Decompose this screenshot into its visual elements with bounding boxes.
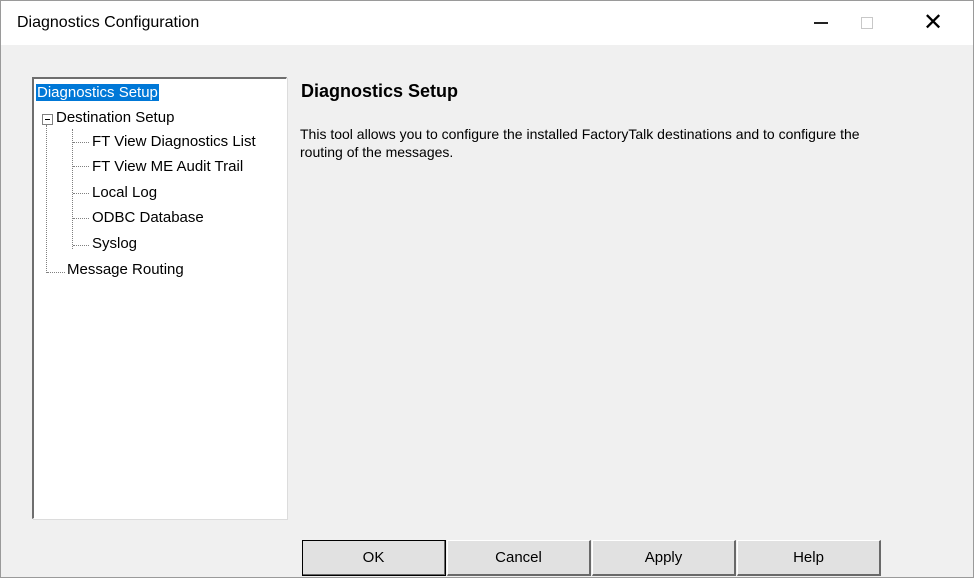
tree-connector <box>73 245 89 246</box>
tree-connector <box>73 218 89 219</box>
minimize-icon <box>814 22 828 24</box>
maximize-icon <box>861 17 873 29</box>
tree-connector <box>46 125 47 273</box>
tree-connector <box>73 166 89 167</box>
tree-item-label: ODBC Database <box>92 209 204 226</box>
apply-button[interactable]: Apply <box>592 540 736 576</box>
maximize-button <box>837 1 897 45</box>
tree-item-message-routing[interactable]: Message Routing <box>67 260 184 280</box>
close-icon: ✕ <box>922 9 944 36</box>
help-button[interactable]: Help <box>737 540 881 576</box>
tree-connector <box>73 142 89 143</box>
tree-item-ft-view-me-audit-trail[interactable]: FT View ME Audit Trail <box>92 157 243 177</box>
tree-item-diagnostics-setup[interactable]: Diagnostics Setup <box>36 83 159 103</box>
tree-connector <box>72 129 73 249</box>
tree-item-label: Syslog <box>92 235 138 252</box>
section-description: This tool allows you to configure the in… <box>300 126 860 160</box>
tree-item-label: Local Log <box>92 184 158 201</box>
tree-item-destination-setup[interactable]: Destination Setup <box>56 108 174 128</box>
tree-connector <box>47 272 65 273</box>
ok-button[interactable]: OK <box>302 540 446 576</box>
close-button[interactable]: ✕ <box>903 1 963 45</box>
collapse-icon[interactable] <box>42 114 53 125</box>
cancel-button[interactable]: Cancel <box>447 540 591 576</box>
tree-item-syslog[interactable]: Syslog <box>92 234 137 254</box>
title-bar[interactable]: Diagnostics Configuration ✕ <box>1 1 973 45</box>
tree-connector <box>73 193 89 194</box>
tree-item-label: Message Routing <box>67 261 184 278</box>
window-title: Diagnostics Configuration <box>17 14 200 31</box>
tree-item-odbc-database[interactable]: ODBC Database <box>92 208 204 228</box>
tree-item-label: Destination Setup <box>56 109 175 126</box>
tree-item-label: Diagnostics Setup <box>36 84 159 101</box>
tree-item-label: FT View ME Audit Trail <box>92 158 244 175</box>
tree-item-label: FT View Diagnostics List <box>92 133 256 150</box>
tree-item-local-log[interactable]: Local Log <box>92 183 157 203</box>
dialog-window: Diagnostics Configuration ✕ Diagnostics … <box>0 0 974 578</box>
navigation-tree[interactable]: Diagnostics Setup Destination Setup FT V… <box>32 77 287 519</box>
section-heading: Diagnostics Setup <box>301 81 459 101</box>
tree-item-ft-view-diagnostics-list[interactable]: FT View Diagnostics List <box>92 132 256 152</box>
